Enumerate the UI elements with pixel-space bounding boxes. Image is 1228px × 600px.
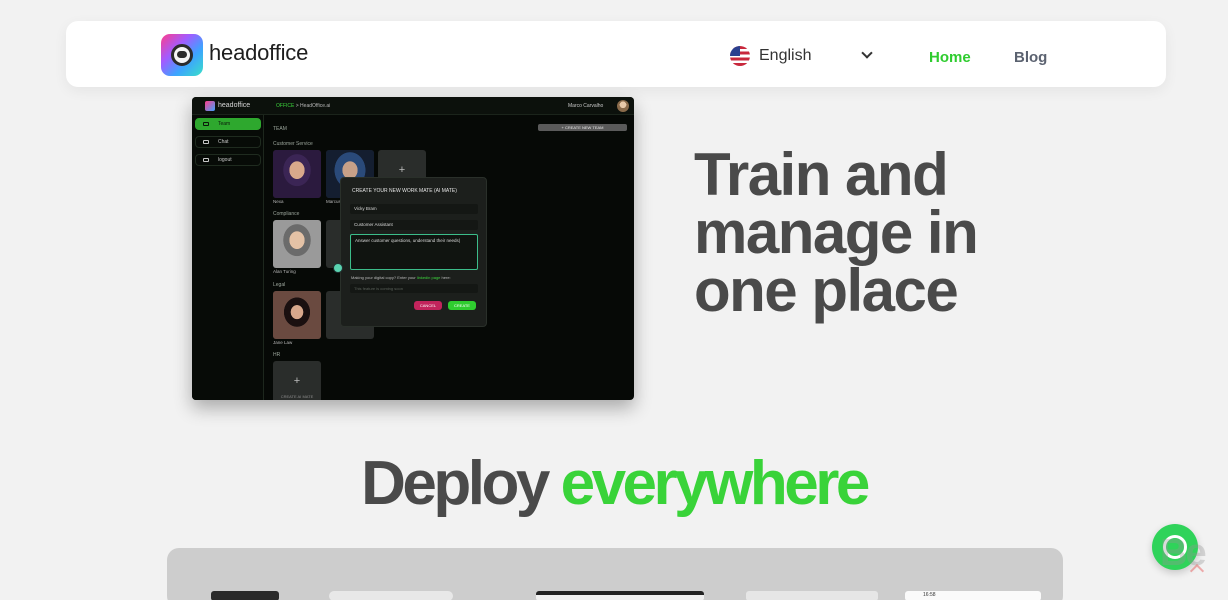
assistant-bubble-icon[interactable] <box>333 263 343 273</box>
modal-title: CREATE YOUR NEW WORK MATE (AI MATE) <box>352 188 457 194</box>
sidebar-item-chat[interactable]: Chat <box>195 136 261 148</box>
member-card-alan[interactable] <box>273 220 321 268</box>
cancel-button[interactable]: CANCEL <box>414 301 442 310</box>
member-name: Nexa <box>273 199 284 204</box>
avatar[interactable] <box>617 100 629 112</box>
app-brand: headoffice <box>218 102 251 109</box>
member-name: Marcus <box>326 199 341 204</box>
sidebar-item-logout[interactable]: logout <box>195 154 261 166</box>
chat-icon <box>203 140 209 144</box>
linkedin-note-prefix: Making your digital copy? Enter your <box>351 275 416 280</box>
linkedin-note: Making your digital copy? Enter your lin… <box>351 275 451 280</box>
platforms-showcase-panel: 16:58 <box>167 548 1063 600</box>
team-heading: TEAM <box>273 126 287 132</box>
member-photo <box>273 150 321 198</box>
hero-line: Train and <box>694 141 949 208</box>
phone-time: 16:58 <box>923 592 936 598</box>
breadcrumb-root[interactable]: OFFICE <box>276 103 294 109</box>
sidebar-item-label: Chat <box>218 139 229 145</box>
deploy-word: Deploy <box>361 449 550 518</box>
linkedin-note-suffix: here: <box>441 275 451 280</box>
app-topbar: headoffice OFFICE > HeadOffice.ai Marco … <box>192 97 634 115</box>
member-name: Alan Turing <box>273 269 296 274</box>
language-select[interactable]: English <box>730 44 880 68</box>
create-ai-mate-label: CREATE AI MATE <box>280 394 314 399</box>
nav-link-home[interactable]: Home <box>929 49 971 66</box>
plus-icon: + <box>398 164 406 176</box>
member-photo <box>273 220 321 268</box>
astronaut-helmet-icon <box>171 44 193 66</box>
sidebar-item-label: Team <box>218 121 231 127</box>
plus-icon: + <box>293 375 301 387</box>
hero-heading: Train and manage in one place <box>694 141 1034 324</box>
section-hr: HR <box>273 352 281 358</box>
app-preview-screenshot: headoffice OFFICE > HeadOffice.ai Marco … <box>192 97 634 400</box>
create-button[interactable]: CREATE <box>448 301 476 310</box>
hero-line: manage in <box>694 199 979 266</box>
create-ai-mate-card[interactable]: + CREATE AI MATE <box>273 361 321 400</box>
linkedin-url-field[interactable]: This feature is coming soon <box>350 284 478 293</box>
logout-icon <box>203 158 209 162</box>
ai-mate-name-field[interactable]: Vicky Bram <box>350 204 478 214</box>
astronaut-logo-icon[interactable] <box>161 34 203 76</box>
sidebar-item-label: logout <box>218 157 232 163</box>
app-breadcrumb: OFFICE > HeadOffice.ai <box>276 103 330 109</box>
member-card-jane[interactable] <box>273 291 321 339</box>
chevron-down-icon <box>861 47 873 59</box>
hero-line: one place <box>694 257 959 324</box>
platform-thumbnail <box>211 591 279 600</box>
top-navbar: headoffice English Home Blog <box>66 21 1166 87</box>
member-name: Jane Law <box>273 340 293 345</box>
member-photo <box>273 291 321 339</box>
section-compliance: Compliance <box>273 211 300 217</box>
section-legal: Legal <box>273 282 286 288</box>
platform-thumbnail <box>329 591 453 600</box>
team-icon <box>203 122 209 126</box>
ai-mate-role-field[interactable]: Customer Assistant <box>350 220 478 230</box>
language-label: English <box>759 47 812 64</box>
linkedin-page-link[interactable]: linkedin page <box>417 275 441 280</box>
member-card-nexa[interactable] <box>273 150 321 198</box>
platform-thumbnail <box>746 591 878 600</box>
deploy-heading: Deploy everywhere <box>0 448 1228 519</box>
sidebar-item-team[interactable]: Team <box>195 118 261 130</box>
ai-mate-description-field[interactable]: Answer customer questions, understand th… <box>350 234 478 270</box>
app-sidebar: Team Chat logout <box>192 115 264 400</box>
platform-thumbnail <box>536 591 704 600</box>
app-user-name: Marco Carvalho <box>568 103 604 109</box>
us-flag-icon <box>730 46 750 66</box>
everywhere-word: everywhere <box>560 449 871 518</box>
app-logo-icon <box>205 101 215 111</box>
phone-thumbnail: 16:58 <box>905 591 1041 600</box>
create-team-button[interactable]: + CREATE NEW TEAM <box>538 124 627 131</box>
brand-name[interactable]: headoffice <box>209 40 308 66</box>
nav-link-blog[interactable]: Blog <box>1014 49 1047 66</box>
breadcrumb-current: HeadOffice.ai <box>300 103 331 109</box>
breadcrumb-separator: > <box>295 103 299 109</box>
section-customer-service: Customer Service <box>273 141 313 147</box>
